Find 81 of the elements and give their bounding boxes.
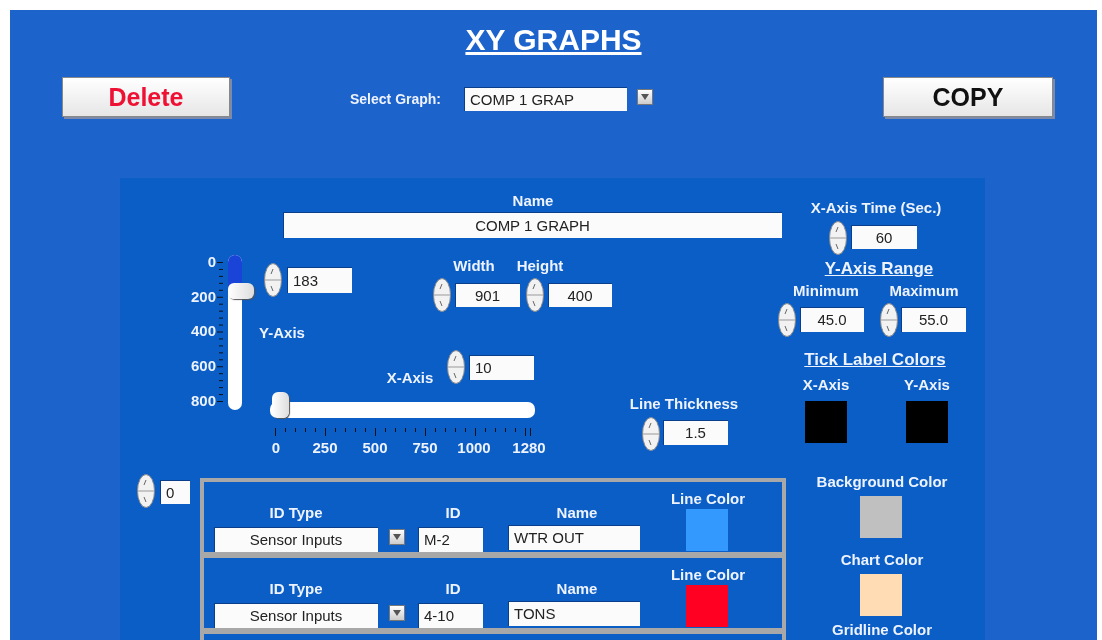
- input-field[interactable]: 45.0: [800, 307, 864, 332]
- name-field[interactable]: COMP 1 GRAPH: [283, 212, 782, 238]
- spin-button[interactable]: [778, 303, 796, 337]
- spin-button[interactable]: [829, 221, 847, 255]
- label: Line Color: [670, 566, 746, 584]
- color-swatch[interactable]: [860, 574, 902, 616]
- tick-label: 750: [412, 440, 438, 456]
- caret-icon: [392, 533, 402, 541]
- input-field[interactable]: 183: [287, 267, 352, 293]
- slider-thumb[interactable]: [272, 392, 290, 418]
- label: Line Color: [670, 490, 746, 508]
- dropdown-button[interactable]: [389, 605, 405, 621]
- label: ID Type: [269, 504, 323, 522]
- spin-button[interactable]: [433, 278, 451, 312]
- input-field[interactable]: 0: [160, 480, 190, 504]
- spin-button[interactable]: [264, 263, 282, 297]
- label: Chart Color: [840, 551, 924, 569]
- input-field[interactable]: 901: [455, 283, 520, 307]
- line-color-swatch[interactable]: [686, 585, 728, 627]
- id-type-field[interactable]: Sensor Inputs: [214, 527, 378, 552]
- dropdown-button[interactable]: [637, 89, 653, 105]
- id-type-field[interactable]: Sensor Inputs: [214, 603, 378, 628]
- tick-label: 200: [190, 288, 216, 305]
- id-field[interactable]: 4-10: [418, 603, 483, 628]
- tick-label: 600: [190, 358, 216, 375]
- spin-button[interactable]: [880, 303, 898, 337]
- id-field[interactable]: M-2: [418, 527, 483, 552]
- tick-label: 1000: [457, 440, 491, 456]
- delete-button[interactable]: Delete: [62, 77, 230, 117]
- color-swatch[interactable]: [805, 401, 847, 443]
- tick-label: 1280: [512, 440, 546, 456]
- line-color-swatch[interactable]: [686, 509, 728, 551]
- label: Select Graph:: [350, 91, 442, 107]
- label: Width: [453, 257, 495, 275]
- tick-label: 0: [207, 254, 216, 270]
- label: Name: [556, 504, 598, 522]
- label: X-Axis: [386, 369, 434, 387]
- tick-label: 800: [190, 392, 216, 409]
- label: ID: [445, 580, 461, 598]
- page-title: XY GRAPHS: [465, 23, 642, 57]
- section-heading: Y-Axis Range: [824, 260, 934, 278]
- spin-button[interactable]: [447, 350, 465, 384]
- dropdown-button[interactable]: [389, 529, 405, 545]
- label: X-Axis Time (Sec.): [810, 199, 942, 217]
- label: Minimum: [793, 282, 859, 300]
- label: Y-Axis: [259, 324, 305, 342]
- caret-icon: [640, 93, 650, 101]
- name-field[interactable]: TONS: [508, 601, 640, 626]
- label: X-Axis: [802, 376, 850, 394]
- copy-button[interactable]: COPY: [883, 77, 1053, 117]
- color-swatch[interactable]: [906, 401, 948, 443]
- label: Height: [516, 257, 564, 275]
- input-field[interactable]: 55.0: [901, 307, 966, 332]
- tick-label: 500: [362, 440, 388, 456]
- tick-label: 250: [312, 440, 338, 456]
- tick-label: 400: [190, 323, 216, 340]
- horizontal-slider[interactable]: [270, 392, 535, 418]
- input-field[interactable]: 60: [851, 225, 917, 249]
- vertical-slider[interactable]: [228, 255, 254, 410]
- tick-label: 0: [271, 440, 281, 456]
- label: Line Thickness: [629, 395, 739, 413]
- name-field[interactable]: WTR OUT: [508, 525, 640, 550]
- select-field[interactable]: COMP 1 GRAP: [464, 87, 627, 111]
- input-field[interactable]: 400: [548, 283, 612, 307]
- label: ID: [445, 504, 461, 522]
- section-heading: Tick Label Colors: [804, 351, 946, 369]
- spin-button[interactable]: [526, 278, 544, 312]
- input-field[interactable]: 10: [469, 355, 534, 380]
- label: Y-Axis: [904, 376, 950, 394]
- label: Name: [512, 192, 554, 210]
- label: Gridline Color: [832, 621, 932, 639]
- slider-thumb[interactable]: [228, 282, 254, 299]
- label: Background Color: [816, 473, 948, 491]
- color-swatch[interactable]: [860, 496, 902, 538]
- label: ID Type: [269, 580, 323, 598]
- spin-button[interactable]: [642, 417, 660, 451]
- spin-button[interactable]: [137, 474, 155, 508]
- label: Name: [556, 580, 598, 598]
- caret-icon: [392, 609, 402, 617]
- input-field[interactable]: 1.5: [663, 420, 728, 445]
- label: Maximum: [889, 282, 959, 300]
